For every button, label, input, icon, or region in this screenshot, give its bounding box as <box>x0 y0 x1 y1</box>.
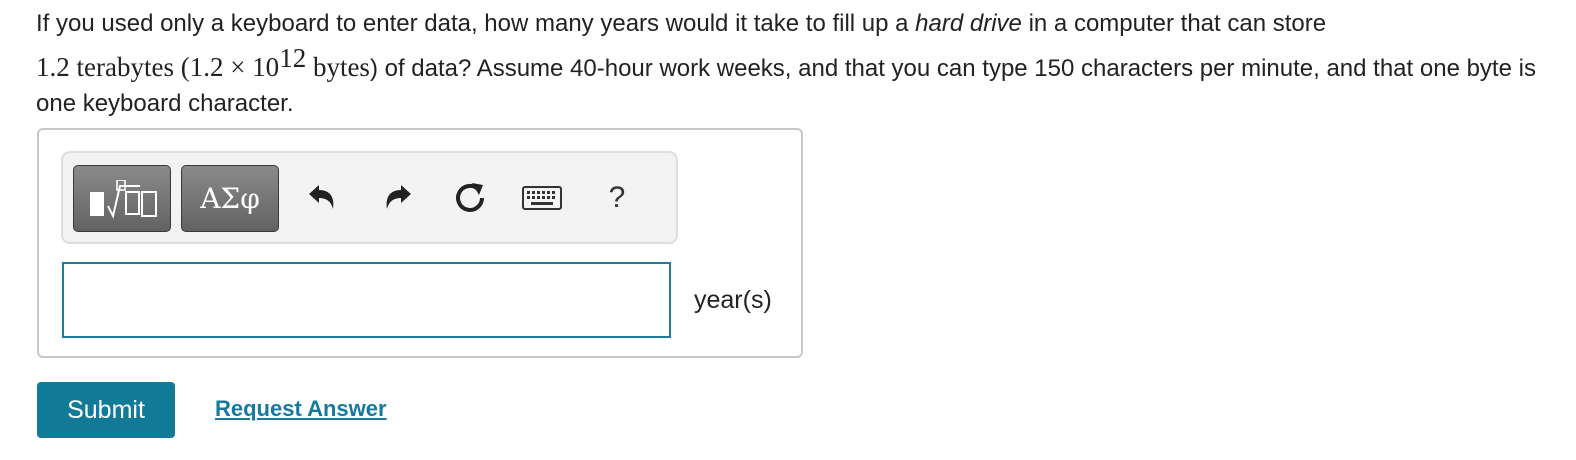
keyboard-icon <box>522 186 562 210</box>
question-emphasis: hard drive <box>915 10 1022 37</box>
keyboard-button[interactable] <box>519 173 565 223</box>
redo-button[interactable] <box>375 173 421 223</box>
request-answer-link[interactable]: Request Answer <box>215 396 387 422</box>
answer-box: ΑΣφ ? year(s) <box>37 128 803 358</box>
templates-button[interactable] <box>73 165 171 232</box>
question-part-1: If you used only a keyboard to enter dat… <box>36 10 916 37</box>
symbols-button[interactable]: ΑΣφ <box>181 165 279 232</box>
math-unit: bytes <box>306 52 370 82</box>
question-part-2: in a computer that can store <box>1021 10 1327 37</box>
reset-icon <box>456 183 484 212</box>
question-text: If you used only a keyboard to enter dat… <box>36 6 1551 121</box>
answer-input[interactable] <box>62 262 671 338</box>
undo-button[interactable] <box>299 173 345 223</box>
submit-button[interactable]: Submit <box>37 382 175 438</box>
math-mantissa: 1.2 × 10 <box>189 52 280 82</box>
undo-icon <box>309 185 334 209</box>
unit-label: year(s) <box>694 286 772 314</box>
reset-button[interactable] <box>447 173 493 223</box>
templates-icon <box>90 180 157 219</box>
help-button[interactable]: ? <box>594 173 640 223</box>
redo-icon <box>386 185 411 209</box>
math-toolbar: ΑΣφ ? <box>61 151 678 244</box>
math-paren-open: ( <box>173 52 190 82</box>
math-value: 1.2 terabytes <box>36 52 174 82</box>
math-exponent: 12 <box>279 43 307 73</box>
